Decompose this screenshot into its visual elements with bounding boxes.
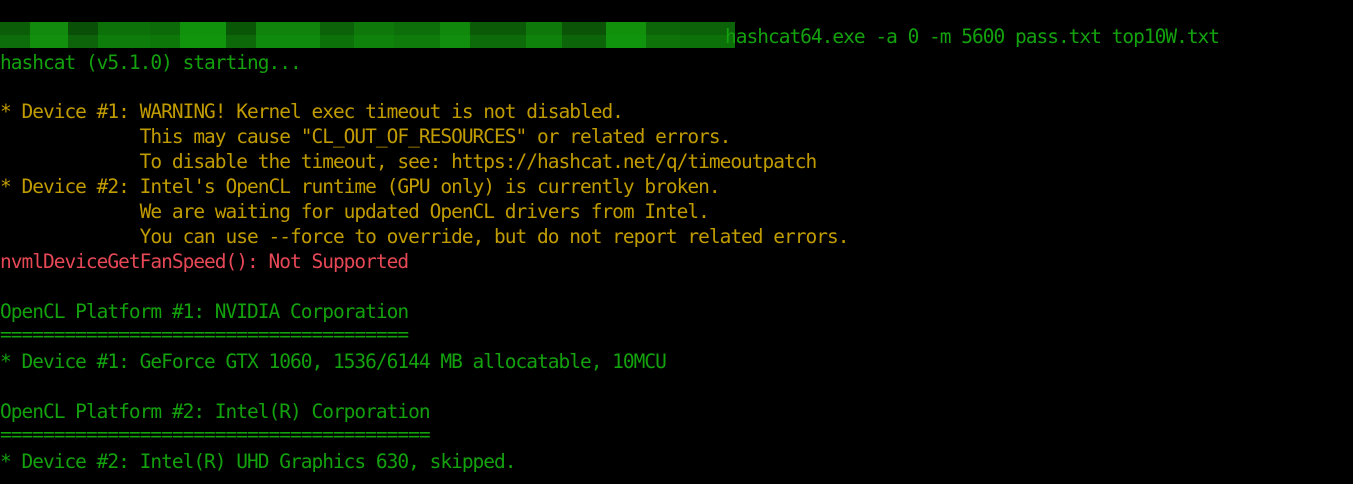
starting-line: hashcat (v5.1.0) starting... bbox=[0, 51, 302, 74]
device2-warning-line2: We are waiting for updated OpenCL driver… bbox=[0, 200, 710, 223]
platform1-title: OpenCL Platform #1: NVIDIA Corporation bbox=[0, 300, 409, 323]
clip-overlay bbox=[0, 48, 900, 52]
platform1-device: * Device #1: GeForce GTX 1060, 1536/6144… bbox=[0, 350, 667, 373]
redacted-prompt-path bbox=[0, 22, 735, 48]
device1-warning-line1: * Device #1: WARNING! Kernel exec timeou… bbox=[0, 100, 624, 123]
platform1-rule: ====================================== bbox=[0, 323, 409, 346]
platform2-rule: ======================================== bbox=[0, 423, 431, 446]
device2-warning-line3: You can use --force to override, but do … bbox=[0, 225, 850, 248]
device1-warning-line2: This may cause "CL_OUT_OF_RESOURCES" or … bbox=[0, 125, 732, 148]
platform2-title: OpenCL Platform #2: Intel(R) Corporation bbox=[0, 400, 431, 423]
terminal-window[interactable]: hashcat64.exe -a 0 -m 5600 pass.txt top1… bbox=[0, 0, 1353, 484]
device2-warning-line1: * Device #2: Intel's OpenCL runtime (GPU… bbox=[0, 175, 721, 198]
fan-speed-error: nvmlDeviceGetFanSpeed(): Not Supported bbox=[0, 250, 409, 273]
device1-warning-line3: To disable the timeout, see: https://has… bbox=[0, 150, 818, 173]
command-text: hashcat64.exe -a 0 -m 5600 pass.txt top1… bbox=[725, 25, 1220, 48]
platform2-device: * Device #2: Intel(R) UHD Graphics 630, … bbox=[0, 450, 517, 473]
